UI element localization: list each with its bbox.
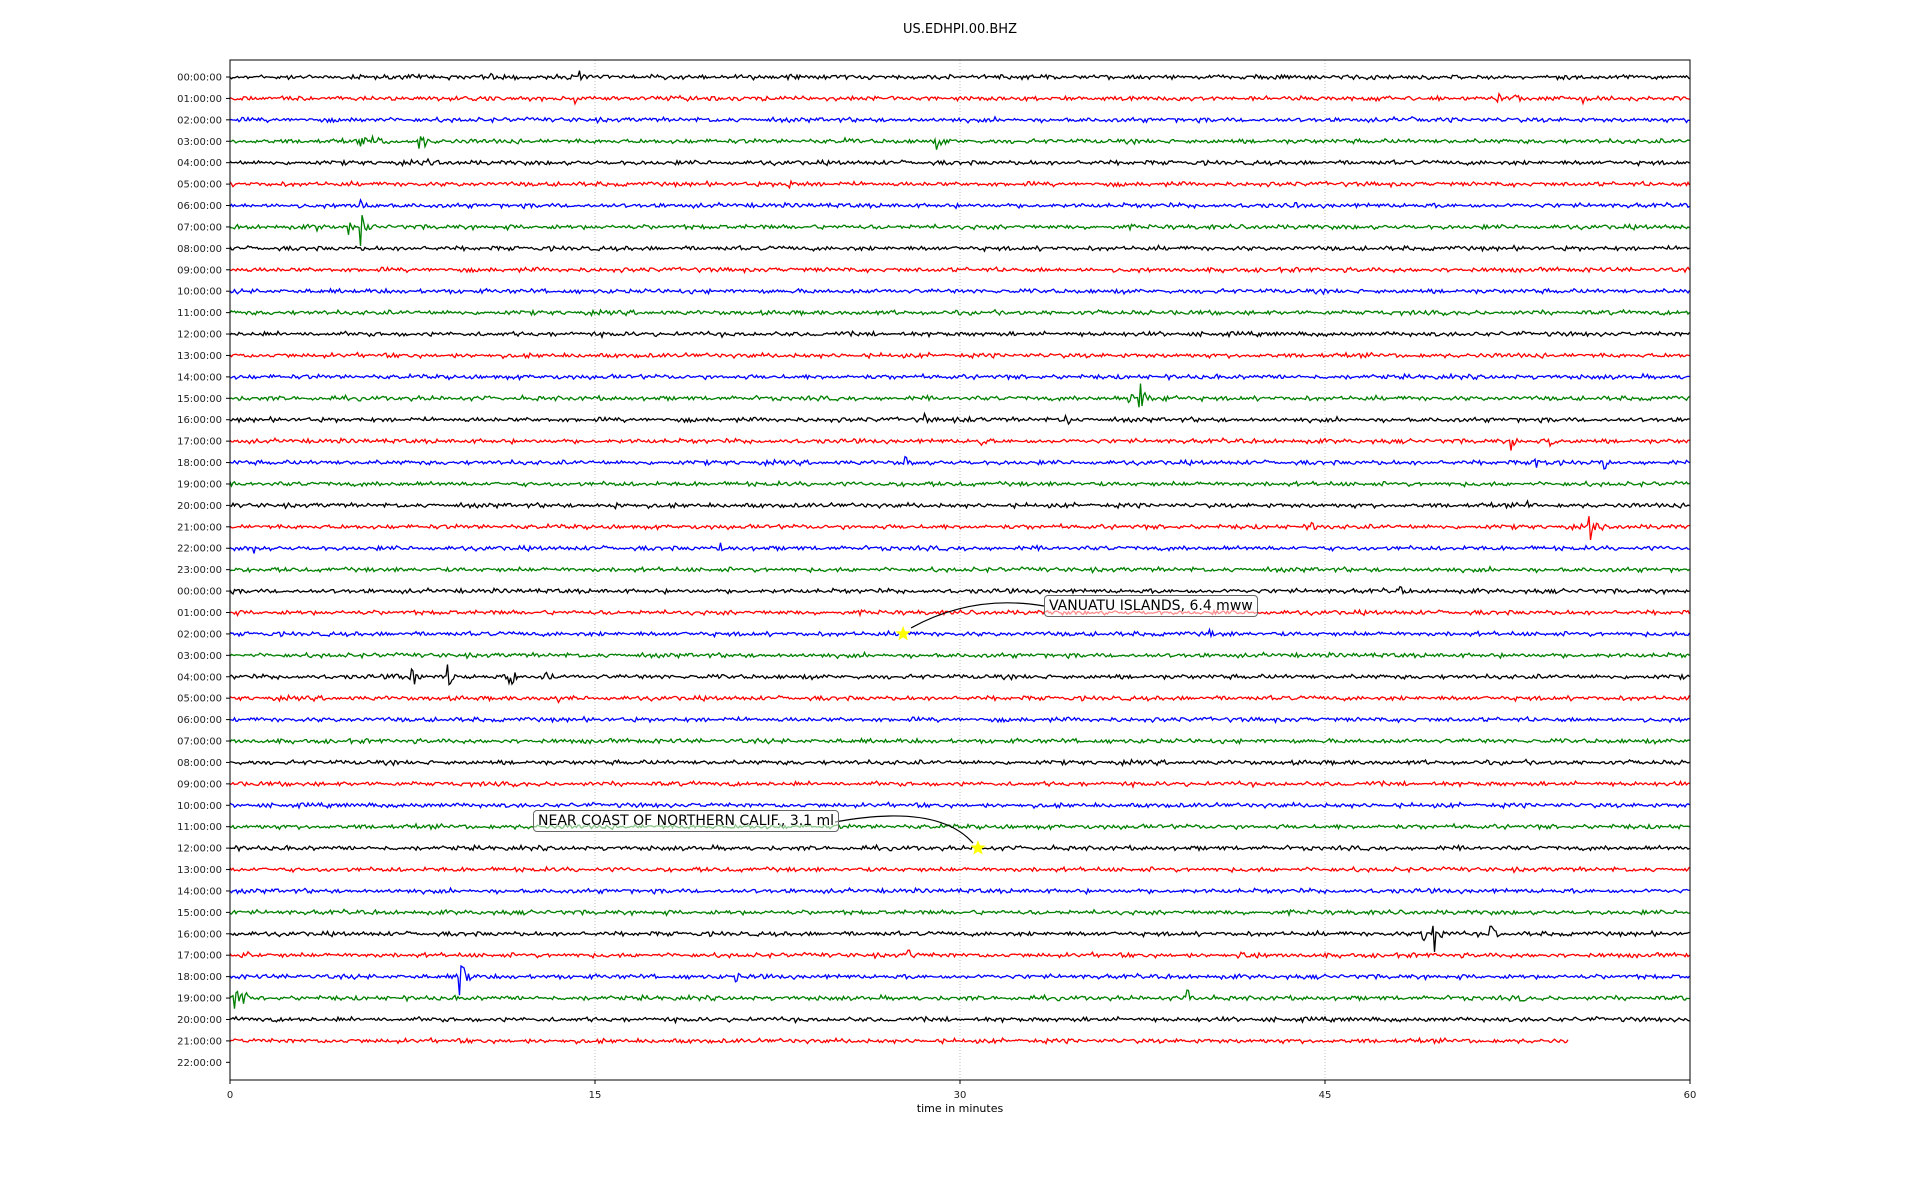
- y-tick-label: 07:00:00: [177, 222, 222, 233]
- y-tick-label: 10:00:00: [177, 801, 222, 812]
- y-tick-label: 13:00:00: [177, 351, 222, 362]
- y-tick-label: 19:00:00: [177, 994, 222, 1005]
- x-tick-label: 60: [1684, 1090, 1697, 1101]
- y-tick-label: 17:00:00: [177, 951, 222, 962]
- y-tick-label: 09:00:00: [177, 779, 222, 790]
- y-tick-label: 11:00:00: [177, 822, 222, 833]
- y-tick-label: 11:00:00: [177, 308, 222, 319]
- y-tick-label: 12:00:00: [177, 844, 222, 855]
- y-tick-label: 14:00:00: [177, 886, 222, 897]
- y-tick-label: 02:00:00: [177, 629, 222, 640]
- y-tick-label: 02:00:00: [177, 115, 222, 126]
- y-tick-label: 04:00:00: [177, 672, 222, 683]
- y-tick-label: 14:00:00: [177, 372, 222, 383]
- y-tick-label: 16:00:00: [177, 415, 222, 426]
- y-tick-label: 01:00:00: [177, 608, 222, 619]
- y-tick-label: 15:00:00: [177, 908, 222, 919]
- y-tick-label: 22:00:00: [177, 544, 222, 555]
- y-tick-label: 12:00:00: [177, 330, 222, 341]
- y-tick-label: 06:00:00: [177, 201, 222, 212]
- trace-line: [229, 886, 1690, 896]
- y-tick-label: 06:00:00: [177, 715, 222, 726]
- y-tick-label: 10:00:00: [177, 287, 222, 298]
- x-tick-label: 30: [954, 1090, 967, 1101]
- trace-line: [229, 157, 1690, 168]
- x-tick-label: 15: [589, 1090, 602, 1101]
- y-tick-label: 21:00:00: [177, 522, 222, 533]
- event-star-icon: [895, 625, 911, 641]
- y-tick-label: 03:00:00: [177, 137, 222, 148]
- y-tick-label: 19:00:00: [177, 479, 222, 490]
- y-tick-label: 08:00:00: [177, 758, 222, 769]
- y-tick-label: 22:00:00: [177, 1058, 222, 1069]
- annotation-connector: [910, 602, 1045, 629]
- y-tick-label: 05:00:00: [177, 180, 222, 191]
- y-tick-label: 17:00:00: [177, 437, 222, 448]
- x-tick-label: 45: [1319, 1090, 1332, 1101]
- y-tick-label: 01:00:00: [177, 94, 222, 105]
- y-tick-label: 05:00:00: [177, 694, 222, 705]
- y-tick-label: 15:00:00: [177, 394, 222, 405]
- y-tick-label: 13:00:00: [177, 865, 222, 876]
- trace-line: [229, 736, 1690, 746]
- y-tick-label: 20:00:00: [177, 501, 222, 512]
- y-tick-label: 09:00:00: [177, 265, 222, 276]
- trace-line: [229, 1036, 1569, 1046]
- y-tick-label: 18:00:00: [177, 458, 222, 469]
- y-tick-label: 21:00:00: [177, 1036, 222, 1047]
- y-tick-label: 00:00:00: [177, 73, 222, 84]
- trace-line: [229, 542, 1690, 554]
- helicorder-figure: US.EDHPI.00.BHZ 00:00:00 01:00:00 02:00:00…: [0, 0, 1920, 1200]
- x-axis-label: time in minutes: [916, 1102, 1004, 1115]
- y-tick-label: 18:00:00: [177, 972, 222, 983]
- y-tick-label: 07:00:00: [177, 737, 222, 748]
- x-tick-label: 0: [227, 1090, 233, 1101]
- trace-line: [229, 479, 1690, 488]
- y-tick-label: 23:00:00: [177, 565, 222, 576]
- y-tick-label: 08:00:00: [177, 244, 222, 255]
- trace-line: [229, 411, 1690, 426]
- y-tick-label: 04:00:00: [177, 158, 222, 169]
- y-tick-label: 03:00:00: [177, 651, 222, 662]
- trace-line: [229, 585, 1690, 596]
- trace-line: [229, 287, 1691, 296]
- y-tick-label: 00:00:00: [177, 587, 222, 598]
- y-tick-label: 20:00:00: [177, 1015, 222, 1026]
- event-label-northern-calif: NEAR COAST OF NORTHERN CALIF., 3.1 ml: [533, 810, 840, 832]
- y-tick-label: 16:00:00: [177, 929, 222, 940]
- event-label-vanuatu: VANUATU ISLANDS, 6.4 mww: [1044, 595, 1258, 617]
- plot-area: 00:00:00 01:00:00 02:00:00 03:00:00 04:00:00…: [177, 59, 1697, 1101]
- annotation-connector: [834, 815, 974, 844]
